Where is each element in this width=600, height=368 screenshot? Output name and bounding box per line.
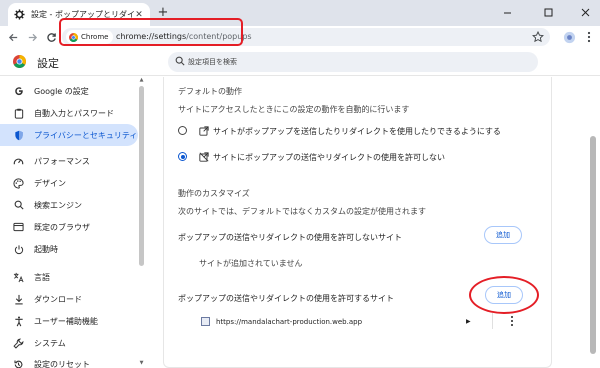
settings-header: 設定 [0,48,600,76]
sidebar-item-google[interactable]: Google の設定 [0,80,138,102]
sidebar-item-performance[interactable]: パフォーマンス [0,150,138,172]
sidebar-item-search-engine[interactable]: 検索エンジン [0,194,138,216]
default-behavior-heading: デフォルトの動作 [178,87,242,96]
menu-kebab-icon[interactable] [581,29,597,45]
blocked-sites-title: ポップアップの送信やリダイレクトの使用を許可しないサイト [178,233,402,242]
palette-icon [13,177,24,189]
sidebar-scrollbar[interactable] [139,86,144,266]
customize-heading: 動作のカスタマイズ [178,189,250,198]
browser-window-icon [13,222,24,233]
sidebar-item-appearance[interactable]: デザイン [0,172,138,194]
sidebar-item-label: 設定のリセット [34,359,90,368]
allow-popups-radio[interactable] [178,126,187,135]
sidebar-item-label: 既定のブラウザ [34,222,90,232]
settings-gear-icon [14,9,25,20]
sidebar-item-label: プライバシーとセキュリティ [34,130,138,140]
allowed-sites-title: ポップアップの送信やリダイレクトの使用を許可するサイト [178,294,394,303]
url-annotation-highlight [59,18,243,46]
sidebar-item-label: 起動時 [34,244,58,254]
profile-avatar-icon[interactable] [561,29,577,45]
sidebar-item-autofill[interactable]: 自動入力とパスワード [0,102,138,124]
sidebar-scroll-down-icon[interactable]: ▼ [138,360,145,366]
block-popups-radio[interactable] [178,152,187,161]
maximize-icon[interactable] [537,2,559,22]
sidebar-item-label: Google の設定 [34,86,89,96]
sidebar-item-system[interactable]: システム [0,332,138,354]
popup-blocked-icon [199,152,209,162]
sidebar-item-label: ユーザー補助機能 [34,316,98,326]
reset-icon [13,359,24,368]
main-scrollbar[interactable] [590,136,596,354]
sidebar-item-label: システム [34,338,66,348]
site-favicon-icon [201,317,210,326]
add-button-annotation-highlight [469,276,539,314]
sidebar-item-label: ダウンロード [34,294,82,304]
clipboard-icon [13,108,24,119]
minimize-icon[interactable] [496,2,518,22]
search-icon [13,200,24,211]
default-behavior-description: サイトにアクセスしたときにこの設定の動作を自動的に行います [178,105,410,114]
page-title: 設定 [37,57,59,70]
settings-sidebar: Google の設定 自動入力とパスワード プライバシーとセキュリティ パフォー… [0,77,150,368]
sidebar-item-reset[interactable]: 設定のリセット [0,353,138,368]
divider [492,313,493,329]
google-g-icon [13,86,24,97]
search-icon [175,56,187,68]
sidebar-item-accessibility[interactable]: ユーザー補助機能 [0,310,138,332]
sidebar-item-downloads[interactable]: ダウンロード [0,288,138,310]
sidebar-item-label: デザイン [34,178,66,188]
window-close-icon[interactable] [574,2,596,22]
speedometer-icon [13,156,24,167]
block-popups-label[interactable]: サイトにポップアップの送信やリダイレクトの使用を許可しない [213,152,445,163]
sidebar-item-default-browser[interactable]: 既定のブラウザ [0,216,138,238]
download-icon [13,294,24,305]
power-icon [13,244,24,255]
sidebar-item-languages[interactable]: 言語 [0,266,138,288]
bookmark-star-icon[interactable] [532,30,544,43]
sidebar-item-label: 検索エンジン [34,200,82,210]
shield-icon [13,130,24,141]
chrome-logo-icon [13,55,26,68]
reload-icon[interactable] [43,29,59,45]
accessibility-icon [13,315,24,327]
add-blocked-site-button[interactable]: 追加 [484,226,522,244]
settings-search[interactable] [168,52,538,72]
popup-allowed-icon [199,126,209,136]
sidebar-item-label: 自動入力とパスワード [34,108,114,118]
forward-arrow-icon[interactable] [24,29,40,45]
customize-description: 次のサイトでは、デフォルトではなくカスタムの設定が使用されます [178,207,426,216]
blocked-sites-empty: サイトが追加されていません [199,259,303,268]
site-details-arrow-icon[interactable]: ▶ [466,318,471,325]
allow-popups-label[interactable]: サイトがポップアップを送信したりリダイレクトを使用したりできるようにする [213,126,501,137]
sidebar-item-on-startup[interactable]: 起動時 [0,238,138,260]
wrench-icon [13,338,24,349]
translate-icon [13,272,24,283]
sidebar-scroll-up-icon[interactable]: ▲ [138,77,145,83]
back-arrow-icon[interactable] [5,29,21,45]
sidebar-item-privacy[interactable]: プライバシーとセキュリティ [0,124,138,146]
search-input[interactable] [188,55,488,69]
site-more-actions-icon[interactable] [508,315,516,327]
allowed-site-url[interactable]: https://mandalachart-production.web.app [216,318,362,326]
sidebar-item-label: パフォーマンス [34,156,90,166]
sidebar-item-label: 言語 [34,272,50,282]
